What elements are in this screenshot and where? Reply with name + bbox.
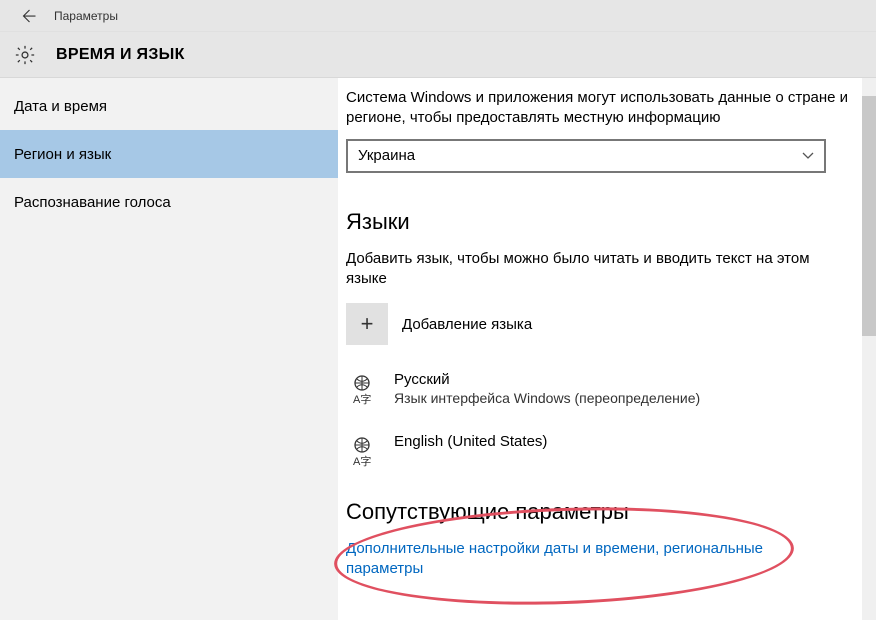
region-description: Система Windows и приложения могут испол… bbox=[346, 88, 854, 129]
svg-text:A字: A字 bbox=[353, 392, 371, 406]
language-item[interactable]: A字 English (United States) bbox=[346, 433, 854, 471]
sidebar-item-region-language[interactable]: Регион и язык bbox=[0, 130, 338, 178]
language-name: English (United States) bbox=[394, 433, 547, 450]
scrollbar-thumb[interactable] bbox=[862, 96, 876, 336]
svg-text:A字: A字 bbox=[353, 454, 371, 468]
gear-icon bbox=[14, 44, 36, 66]
add-language-label: Добавление языка bbox=[402, 316, 532, 333]
window-title: Параметры bbox=[54, 9, 118, 23]
country-dropdown[interactable]: Украина bbox=[346, 139, 826, 173]
sidebar-item-label: Распознавание голоса bbox=[14, 194, 171, 211]
language-glyph-icon: A字 bbox=[346, 433, 384, 471]
titlebar: Параметры bbox=[0, 0, 876, 32]
language-name: Русский bbox=[394, 371, 700, 388]
sidebar: Дата и время Регион и язык Распознавание… bbox=[0, 78, 338, 620]
language-subtitle: Язык интерфейса Windows (переопределение… bbox=[394, 390, 700, 406]
dropdown-value: Украина bbox=[358, 147, 415, 164]
languages-heading: Языки bbox=[346, 209, 854, 235]
additional-settings-link[interactable]: Дополнительные настройки даты и времени,… bbox=[346, 539, 786, 580]
section-title: ВРЕМЯ И ЯЗЫК bbox=[56, 46, 185, 64]
add-language-button[interactable]: + Добавление языка bbox=[346, 303, 854, 345]
back-button[interactable] bbox=[8, 1, 48, 31]
related-heading: Сопутствующие параметры bbox=[346, 499, 854, 525]
language-glyph-icon: A字 bbox=[346, 371, 384, 409]
content-pane: Система Windows и приложения могут испол… bbox=[338, 78, 876, 620]
languages-description: Добавить язык, чтобы можно было читать и… bbox=[346, 249, 854, 290]
chevron-down-icon bbox=[802, 150, 814, 162]
scrollbar[interactable] bbox=[862, 78, 876, 620]
sidebar-item-speech[interactable]: Распознавание голоса bbox=[0, 178, 338, 226]
language-item[interactable]: A字 Русский Язык интерфейса Windows (пере… bbox=[346, 371, 854, 409]
section-header: ВРЕМЯ И ЯЗЫК bbox=[0, 32, 876, 78]
sidebar-item-date-time[interactable]: Дата и время bbox=[0, 82, 338, 130]
plus-icon: + bbox=[346, 303, 388, 345]
arrow-left-icon bbox=[19, 7, 37, 25]
sidebar-item-label: Регион и язык bbox=[14, 146, 111, 163]
sidebar-item-label: Дата и время bbox=[14, 98, 107, 115]
